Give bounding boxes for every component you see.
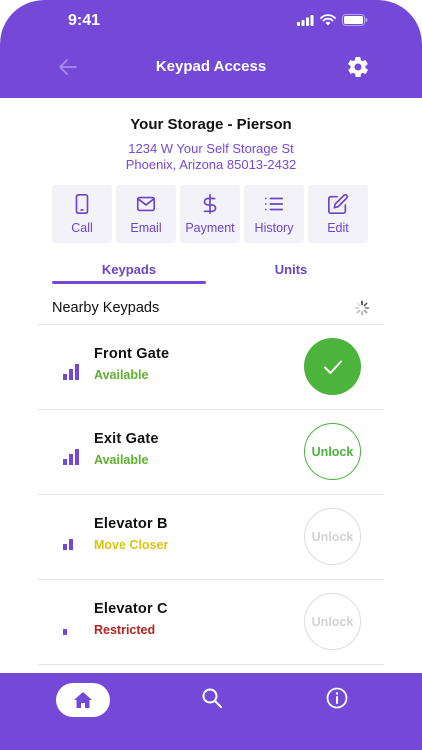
nav-info-button[interactable] xyxy=(325,686,349,710)
keypad-status: Available xyxy=(94,368,149,382)
status-icons xyxy=(297,14,368,26)
facility-address-line2[interactable]: Phoenix, Arizona 85013-2432 xyxy=(0,157,422,172)
unlocked-button[interactable] xyxy=(304,338,361,395)
phone-icon xyxy=(75,194,89,214)
keypad-status: Available xyxy=(94,453,149,467)
keypad-row-front-gate: Front Gate Available xyxy=(38,324,384,409)
keypad-status: Restricted xyxy=(94,623,156,637)
mail-icon xyxy=(136,196,156,212)
keypad-name: Elevator C xyxy=(94,601,168,617)
keypad-status: Move Closer xyxy=(94,538,169,552)
email-button[interactable]: Email xyxy=(116,185,176,242)
keypad-name: Exit Gate xyxy=(94,431,159,447)
nav-search-button[interactable] xyxy=(200,686,224,710)
edit-label: Edit xyxy=(327,221,349,235)
facility-address-line1[interactable]: 1234 W Your Self Storage St xyxy=(0,141,422,156)
call-button[interactable]: Call xyxy=(52,185,112,242)
dollar-icon xyxy=(203,194,217,214)
keypad-row-exit-gate: Exit Gate Available Unlock xyxy=(38,409,384,494)
section-title: Nearby Keypads xyxy=(52,300,160,316)
call-label: Call xyxy=(71,221,93,235)
keypad-name: Elevator B xyxy=(94,516,168,532)
unlock-button-disabled[interactable]: Unlock xyxy=(304,508,361,565)
payment-button[interactable]: Payment xyxy=(180,185,240,242)
checkmark-icon xyxy=(323,360,342,374)
section-header: Nearby Keypads xyxy=(52,300,370,324)
loading-spinner-icon xyxy=(354,300,370,316)
tab-keypads[interactable]: Keypads xyxy=(52,262,206,277)
battery-icon xyxy=(342,14,368,26)
app-header: 9:41 Keypad Access xyxy=(0,0,422,98)
active-tab-indicator xyxy=(52,281,206,284)
bottom-navigation xyxy=(0,673,422,750)
edit-button[interactable]: Edit xyxy=(308,185,368,242)
info-icon xyxy=(326,687,348,709)
action-buttons: Call Email Payment History Edit xyxy=(52,185,368,242)
signal-strength-icon xyxy=(63,539,73,550)
history-label: History xyxy=(254,221,294,235)
keypad-name: Front Gate xyxy=(94,346,170,362)
history-button[interactable]: History xyxy=(244,185,304,242)
keypad-row-elevator-c: Elevator C Restricted Unlock xyxy=(38,579,384,664)
facility-name: Your Storage - Pierson xyxy=(130,116,292,133)
signal-strength-icon xyxy=(63,449,79,465)
settings-gear-icon[interactable] xyxy=(346,55,370,79)
signal-strength-icon xyxy=(63,629,67,635)
home-icon xyxy=(74,692,92,708)
edit-icon xyxy=(328,193,349,214)
wifi-icon xyxy=(320,14,336,26)
phone-screen: 9:41 Keypad Access Your Storage - Pierso… xyxy=(0,0,422,750)
status-time: 9:41 xyxy=(68,12,101,29)
nav-home-button[interactable] xyxy=(56,683,110,717)
keypad-row-elevator-b: Elevator B Move Closer Unlock xyxy=(38,494,384,579)
search-icon xyxy=(202,688,222,708)
signal-strength-icon xyxy=(63,364,79,380)
tab-units[interactable]: Units xyxy=(214,262,368,277)
email-label: Email xyxy=(130,221,162,235)
unlock-button[interactable]: Unlock xyxy=(304,423,361,480)
payment-label: Payment xyxy=(185,221,235,235)
cellular-signal-icon xyxy=(297,14,314,26)
divider xyxy=(38,664,384,665)
list-icon xyxy=(264,197,284,211)
unlock-button-disabled[interactable]: Unlock xyxy=(304,593,361,650)
